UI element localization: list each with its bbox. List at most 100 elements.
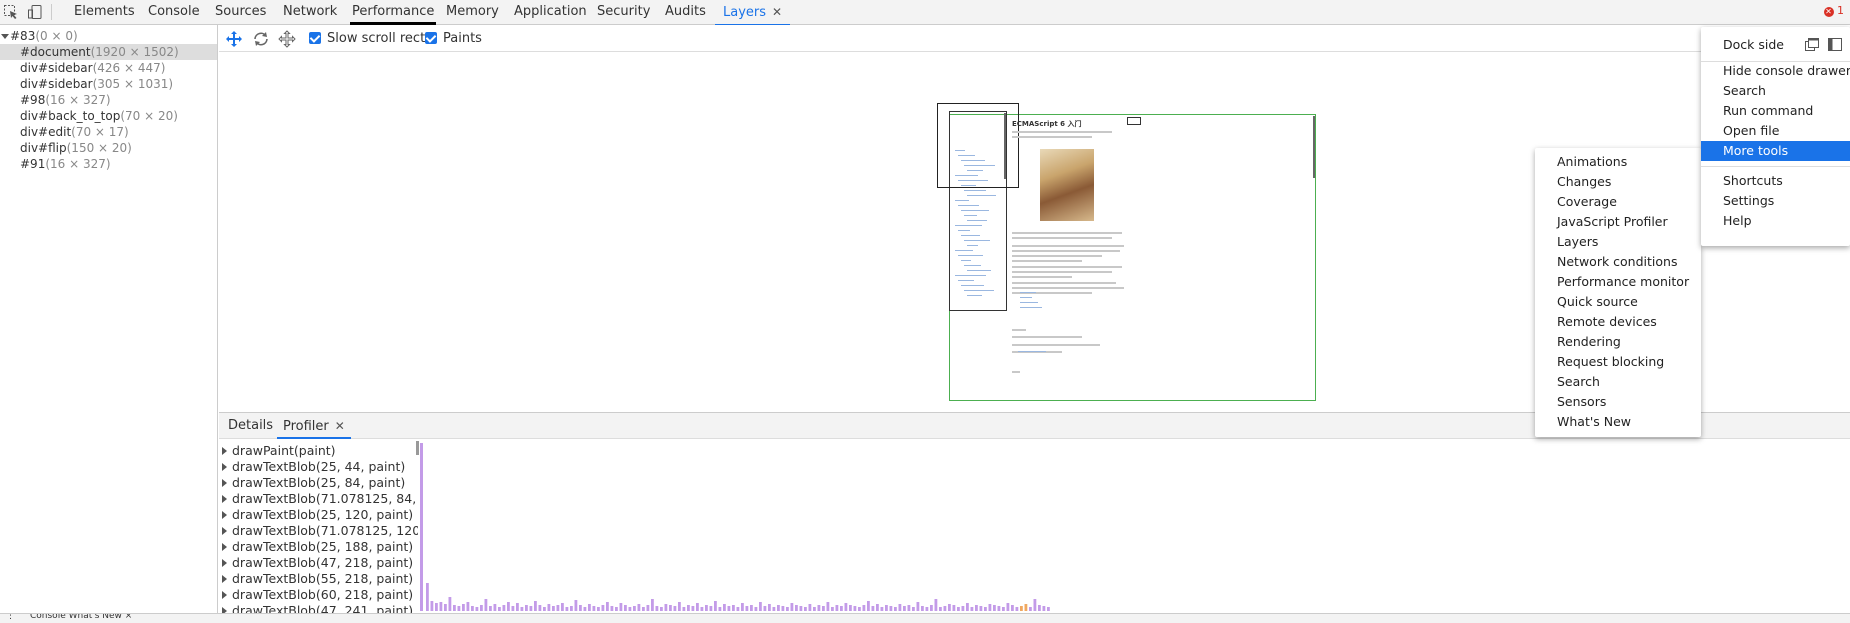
profiler-bar[interactable] (979, 606, 983, 611)
profiler-bar[interactable] (921, 606, 924, 611)
profiler-bar[interactable] (552, 606, 555, 611)
profiler-bar[interactable] (741, 603, 744, 611)
profiler-bar[interactable] (952, 605, 956, 611)
menu-item-search[interactable]: Search (1701, 81, 1850, 101)
tab-profiler[interactable]: Profiler ✕ (277, 413, 351, 439)
profiler-bar[interactable] (894, 607, 897, 611)
tab-elements[interactable]: Elements (72, 0, 137, 25)
tree-row[interactable]: #83(0 × 0) (0, 28, 217, 44)
profiler-bar[interactable] (736, 607, 740, 611)
profiler-bar[interactable] (849, 605, 852, 611)
profiler-bar[interactable] (745, 606, 749, 611)
profiler-bar[interactable] (615, 607, 618, 611)
profiler-bar[interactable] (444, 604, 447, 611)
error-count-badge[interactable]: ✕ 1 (1823, 4, 1844, 17)
profiler-bar[interactable] (462, 604, 465, 611)
tab-details[interactable]: Details (228, 413, 273, 439)
more-tools-item-animations[interactable]: Animations (1535, 152, 1701, 172)
profiler-row[interactable]: drawTextBlob(25, 44, paint) (219, 459, 405, 475)
profiler-bar[interactable] (718, 607, 722, 611)
drawer-tabs-text[interactable]: Console What's New × (30, 614, 132, 621)
tree-row[interactable]: #document(1920 × 1502) (0, 44, 217, 60)
profiler-bar[interactable] (907, 605, 911, 611)
drawer-menu-icon[interactable]: ⋮ (6, 614, 15, 621)
profiler-bar[interactable] (723, 604, 726, 611)
expand-triangle-icon[interactable] (222, 511, 227, 519)
profiler-bar[interactable] (588, 604, 591, 611)
profiler-bar[interactable] (525, 605, 528, 611)
more-tools-item-quick-source[interactable]: Quick source (1535, 292, 1701, 312)
tree-row[interactable]: div#sidebar(426 × 447) (0, 60, 217, 76)
profiler-bar[interactable] (871, 606, 875, 611)
menu-item-run-command[interactable]: Run command (1701, 101, 1850, 121)
profiler-bar[interactable] (646, 605, 650, 611)
expand-triangle-icon[interactable] (222, 479, 227, 487)
more-tools-item-javascript-profiler[interactable]: JavaScript Profiler (1535, 212, 1701, 232)
profiler-bar[interactable] (633, 606, 636, 611)
profiler-bar[interactable] (507, 602, 510, 611)
profiler-bar[interactable] (1038, 605, 1041, 611)
profiler-bar[interactable] (489, 606, 492, 611)
tree-row[interactable]: div#edit(70 × 17) (0, 124, 217, 140)
profiler-bar[interactable] (975, 605, 978, 611)
profiler-bar[interactable] (696, 603, 699, 611)
profiler-bar[interactable] (768, 604, 771, 611)
reset-transform-icon[interactable] (278, 30, 296, 48)
profiler-bar[interactable] (772, 607, 776, 611)
expand-triangle-icon[interactable] (222, 543, 227, 551)
profiler-bar[interactable] (835, 605, 839, 611)
profiler-row[interactable]: drawTextBlob(71.078125, 120, paint) (219, 523, 418, 539)
expand-triangle-icon[interactable] (222, 591, 227, 599)
profiler-bar[interactable] (673, 606, 677, 611)
profiler-bar[interactable] (592, 606, 596, 611)
profiler-bar[interactable] (885, 605, 888, 611)
profiler-bar[interactable] (475, 607, 479, 611)
profiler-bar[interactable] (876, 604, 879, 611)
profiler-bar[interactable] (943, 606, 947, 611)
profiler-bar[interactable] (1033, 599, 1037, 611)
menu-item-hide-console-drawer[interactable]: Hide console drawer (1701, 61, 1850, 81)
tab-application[interactable]: Application (512, 0, 589, 25)
profiler-bar[interactable] (880, 607, 884, 611)
profiler-bar[interactable] (786, 607, 789, 611)
tab-performance[interactable]: Performance (350, 0, 437, 25)
menu-item-more-tools[interactable]: More tools (1701, 141, 1850, 161)
device-toolbar-icon[interactable] (27, 4, 43, 20)
tab-layers[interactable]: Layers ✕ (714, 0, 791, 26)
more-tools-item-performance-monitor[interactable]: Performance monitor (1535, 272, 1701, 292)
expand-triangle-icon[interactable] (222, 575, 227, 583)
profiler-bar[interactable] (795, 605, 798, 611)
profiler-bar[interactable] (912, 607, 915, 611)
profiler-bar[interactable] (691, 606, 695, 611)
profiler-bar[interactable] (498, 607, 501, 611)
profiler-bar[interactable] (754, 607, 758, 611)
rotate-mode-icon[interactable] (252, 30, 270, 48)
tab-console[interactable]: Console (146, 0, 202, 25)
profiler-bar[interactable] (610, 606, 614, 611)
profiler-bar[interactable] (597, 607, 600, 611)
profiler-bar[interactable] (781, 606, 785, 611)
profiler-row[interactable]: drawTextBlob(71.078125, 84, paint) (219, 491, 418, 507)
profiler-row[interactable]: drawTextBlob(47, 218, paint) (219, 555, 413, 571)
profiler-bar[interactable] (1024, 604, 1028, 611)
profiler-bar[interactable] (669, 605, 672, 611)
profiler-bar[interactable] (817, 605, 821, 611)
profiler-bar[interactable] (637, 604, 641, 611)
more-tools-item-remote-devices[interactable]: Remote devices (1535, 312, 1701, 332)
profiler-bar[interactable] (948, 604, 951, 611)
profiler-bar[interactable] (520, 607, 524, 611)
profiler-bar[interactable] (1020, 606, 1023, 611)
profiler-bar[interactable] (867, 601, 870, 611)
profiler-bar[interactable] (997, 606, 1001, 611)
menu-item-shortcuts[interactable]: Shortcuts (1701, 171, 1850, 191)
expand-triangle-icon[interactable] (222, 559, 227, 567)
profiler-bar[interactable] (660, 607, 663, 611)
profiler-bar[interactable] (1042, 606, 1046, 611)
profiler-bar[interactable] (840, 606, 843, 611)
profiler-bar[interactable] (799, 606, 803, 611)
profiler-bar[interactable] (574, 600, 578, 611)
profiler-bar[interactable] (543, 607, 546, 611)
profiler-row[interactable]: drawTextBlob(60, 218, paint) (219, 587, 413, 603)
profiler-bar[interactable] (808, 604, 812, 611)
more-tools-item-sensors[interactable]: Sensors (1535, 392, 1701, 412)
